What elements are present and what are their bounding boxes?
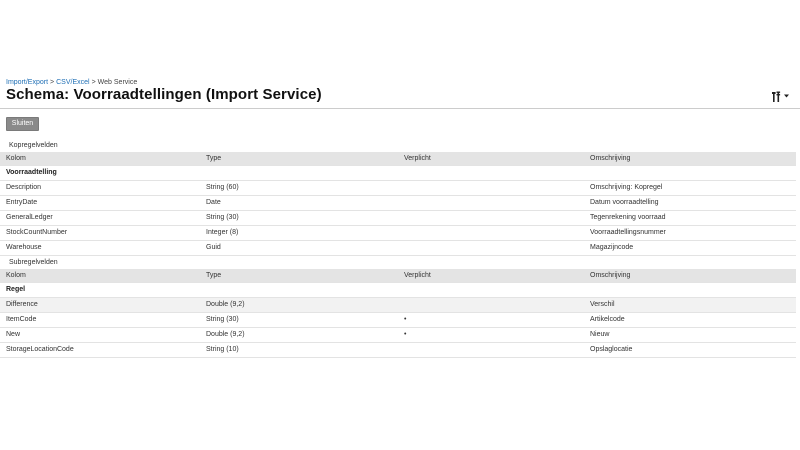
- group-row: Voorraadtelling: [0, 165, 796, 181]
- table-row: New Double (9,2) • Nieuw: [0, 327, 796, 343]
- cell-verplicht: [398, 225, 584, 241]
- cell-kolom: ItemCode: [0, 312, 200, 328]
- cell-kolom: GeneralLedger: [0, 210, 200, 226]
- page-title: Schema: Voorraadtellingen (Import Servic…: [6, 86, 322, 103]
- cell-omschrijving: Artikelcode: [584, 312, 796, 328]
- table-row: Description String (60) Omschrijving: Ko…: [0, 180, 796, 196]
- mandatory-marker: •: [404, 316, 407, 323]
- cell-verplicht: [398, 195, 584, 211]
- breadcrumb-link-csv-excel[interactable]: CSV/Excel: [56, 79, 89, 86]
- cell-verplicht: •: [398, 312, 584, 328]
- line-fields-table: Kolom Type Verplicht Omschrijving Regel …: [0, 269, 796, 358]
- cell-verplicht: [398, 210, 584, 226]
- table-row: StorageLocationCode String (10) Opslaglo…: [0, 342, 796, 358]
- tools-icon: [772, 91, 782, 102]
- cell-verplicht: [398, 342, 584, 358]
- section-caption-line-fields: Subregelvelden: [9, 259, 58, 266]
- cell-type: String (30): [200, 210, 398, 226]
- table-header-row: Kolom Type Verplicht Omschrijving: [0, 269, 796, 283]
- breadcrumb-current: Web Service: [97, 79, 138, 86]
- title-divider: [0, 108, 800, 109]
- cell-type: Guid: [200, 240, 398, 256]
- cell-kolom: Warehouse: [0, 240, 200, 256]
- cell-type: Date: [200, 195, 398, 211]
- table-row: StockCountNumber Integer (8) Voorraadtel…: [0, 225, 796, 241]
- cell-omschrijving: Omschrijving: Kopregel: [584, 180, 796, 196]
- schema-tables: Kopregelvelden Kolom Type Verplicht Omsc…: [0, 139, 800, 358]
- table-row: Warehouse Guid Magazijncode: [0, 240, 796, 256]
- breadcrumb-separator: >: [91, 79, 96, 86]
- caret-down-icon: [784, 94, 789, 98]
- column-header-verplicht: Verplicht: [398, 269, 584, 283]
- page: Import/Export > CSV/Excel > Web Service Sche…: [0, 0, 800, 450]
- close-button[interactable]: Sluiten: [6, 117, 39, 131]
- cell-omschrijving: Opslaglocatie: [584, 342, 796, 358]
- breadcrumb-link-import-export[interactable]: Import/Export: [6, 79, 48, 86]
- cell-type: Double (9,2): [200, 327, 398, 343]
- table-row: ItemCode String (30) • Artikelcode: [0, 312, 796, 328]
- group-row: Regel: [0, 282, 796, 298]
- column-header-verplicht: Verplicht: [398, 152, 584, 166]
- cell-verplicht: [398, 297, 584, 313]
- column-header-type: Type: [200, 269, 398, 283]
- table-row: GeneralLedger String (30) Tegenrekening …: [0, 210, 796, 226]
- column-header-kolom: Kolom: [0, 152, 200, 166]
- column-header-kolom: Kolom: [0, 269, 200, 283]
- section-caption-header-fields: Kopregelvelden: [9, 142, 58, 149]
- cell-type: String (10): [200, 342, 398, 358]
- cell-omschrijving: Voorraadtellingsnummer: [584, 225, 796, 241]
- cell-verplicht: [398, 240, 584, 256]
- cell-omschrijving: Tegenrekening voorraad: [584, 210, 796, 226]
- cell-omschrijving: Nieuw: [584, 327, 796, 343]
- column-header-type: Type: [200, 152, 398, 166]
- table-row: EntryDate Date Datum voorraadtelling: [0, 195, 796, 211]
- breadcrumb: Import/Export > CSV/Excel > Web Service: [6, 79, 137, 86]
- cell-omschrijving: Verschil: [584, 297, 796, 313]
- cell-type: String (30): [200, 312, 398, 328]
- cell-kolom: Difference: [0, 297, 200, 313]
- cell-omschrijving: Datum voorraadtelling: [584, 195, 796, 211]
- column-header-omschrijving: Omschrijving: [584, 152, 796, 166]
- cell-verplicht: •: [398, 327, 584, 343]
- cell-kolom: StockCountNumber: [0, 225, 200, 241]
- cell-verplicht: [398, 180, 584, 196]
- cell-kolom: EntryDate: [0, 195, 200, 211]
- cell-type: Integer (8): [200, 225, 398, 241]
- cell-kolom: New: [0, 327, 200, 343]
- table-row: Difference Double (9,2) Verschil: [0, 297, 796, 313]
- cell-omschrijving: Magazijncode: [584, 240, 796, 256]
- group-label: Regel: [0, 282, 796, 298]
- table-header-row: Kolom Type Verplicht Omschrijving: [0, 152, 796, 166]
- mandatory-marker: •: [404, 331, 407, 338]
- cell-type: String (60): [200, 180, 398, 196]
- group-label: Voorraadtelling: [0, 165, 796, 181]
- cell-kolom: Description: [0, 180, 200, 196]
- column-header-omschrijving: Omschrijving: [584, 269, 796, 283]
- breadcrumb-separator: >: [50, 79, 55, 86]
- cell-kolom: StorageLocationCode: [0, 342, 200, 358]
- cell-type: Double (9,2): [200, 297, 398, 313]
- tools-menu-button[interactable]: [772, 90, 790, 102]
- header-fields-table: Kolom Type Verplicht Omschrijving Voorra…: [0, 152, 796, 256]
